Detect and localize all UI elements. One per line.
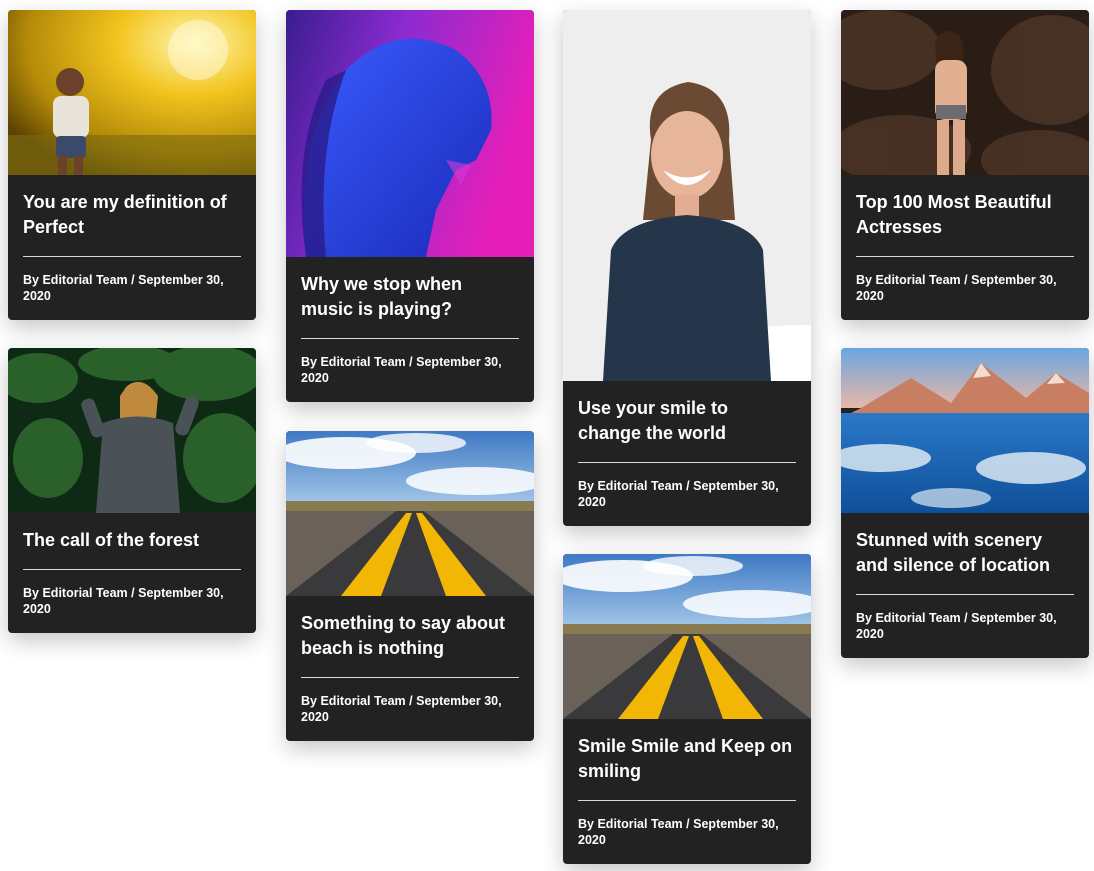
divider (301, 677, 519, 678)
author-prefix: By (301, 694, 317, 708)
post-card[interactable]: Smile Smile and Keep on smiling By Edito… (563, 554, 811, 864)
post-thumbnail-road[interactable] (563, 554, 811, 719)
author-link[interactable]: Editorial Team (597, 479, 682, 493)
author-link[interactable]: Editorial Team (320, 694, 405, 708)
divider (856, 594, 1074, 595)
post-meta: By Editorial Team / September 30, 2020 (301, 693, 519, 741)
post-thumbnail-neon-portrait[interactable] (286, 10, 534, 257)
post-meta: By Editorial Team / September 30, 2020 (856, 272, 1074, 320)
post-masonry-grid: You are my definition of Perfect By Edit… (0, 0, 1094, 871)
author-prefix: By (301, 355, 317, 369)
post-title-link[interactable]: Stunned with scenery and silence of loca… (856, 528, 1074, 578)
post-meta: By Editorial Team / September 30, 2020 (23, 585, 241, 633)
post-title-link[interactable]: Top 100 Most Beautiful Actresses (856, 190, 1074, 240)
divider (578, 462, 796, 463)
author-prefix: By (578, 817, 594, 831)
post-card[interactable]: Use your smile to change the world By Ed… (563, 10, 811, 526)
post-card[interactable]: You are my definition of Perfect By Edit… (8, 10, 256, 320)
smiling-woman-image (563, 10, 811, 381)
post-thumbnail-forest-woman[interactable] (8, 348, 256, 513)
post-meta: By Editorial Team / September 30, 2020 (578, 816, 796, 864)
post-title-link[interactable]: Use your smile to change the world (578, 396, 796, 446)
woman-rocks-image (841, 10, 1089, 175)
author-prefix: By (578, 479, 594, 493)
mountain-lake-image (841, 348, 1089, 513)
author-prefix: By (23, 586, 39, 600)
post-title-link[interactable]: Something to say about beach is nothing (301, 611, 519, 661)
meta-separator: / (964, 273, 968, 287)
meta-separator: / (131, 273, 135, 287)
divider (578, 800, 796, 801)
post-meta: By Editorial Team / September 30, 2020 (23, 272, 241, 320)
post-card[interactable]: Why we stop when music is playing? By Ed… (286, 10, 534, 402)
meta-separator: / (686, 817, 690, 831)
neon-portrait-image (286, 10, 534, 257)
post-title-link[interactable]: The call of the forest (23, 528, 241, 553)
post-title-link[interactable]: Why we stop when music is playing? (301, 272, 519, 322)
post-card[interactable]: Stunned with scenery and silence of loca… (841, 348, 1089, 658)
post-meta: By Editorial Team / September 30, 2020 (301, 354, 519, 402)
post-meta: By Editorial Team / September 30, 2020 (578, 478, 796, 526)
child-sprinkler-image (8, 10, 256, 175)
author-prefix: By (856, 611, 872, 625)
post-card[interactable]: Top 100 Most Beautiful Actresses By Edit… (841, 10, 1089, 320)
post-title-link[interactable]: Smile Smile and Keep on smiling (578, 734, 796, 784)
author-link[interactable]: Editorial Team (42, 586, 127, 600)
forest-woman-image (8, 348, 256, 513)
meta-separator: / (686, 479, 690, 493)
divider (23, 569, 241, 570)
divider (856, 256, 1074, 257)
author-link[interactable]: Editorial Team (597, 817, 682, 831)
road-image (286, 431, 534, 596)
road-image (563, 554, 811, 719)
meta-separator: / (131, 586, 135, 600)
post-title-link[interactable]: You are my definition of Perfect (23, 190, 241, 240)
author-link[interactable]: Editorial Team (320, 355, 405, 369)
author-link[interactable]: Editorial Team (875, 611, 960, 625)
author-link[interactable]: Editorial Team (42, 273, 127, 287)
author-prefix: By (856, 273, 872, 287)
post-thumbnail-smiling-woman[interactable] (563, 10, 811, 381)
post-meta: By Editorial Team / September 30, 2020 (856, 610, 1074, 658)
post-card[interactable]: Something to say about beach is nothing … (286, 431, 534, 741)
meta-separator: / (964, 611, 968, 625)
post-thumbnail-mountain-lake[interactable] (841, 348, 1089, 513)
post-card[interactable]: The call of the forest By Editorial Team… (8, 348, 256, 633)
author-link[interactable]: Editorial Team (875, 273, 960, 287)
post-thumbnail-child-sprinkler[interactable] (8, 10, 256, 175)
meta-separator: / (409, 355, 413, 369)
post-thumbnail-road[interactable] (286, 431, 534, 596)
divider (301, 338, 519, 339)
author-prefix: By (23, 273, 39, 287)
post-thumbnail-woman-rocks[interactable] (841, 10, 1089, 175)
meta-separator: / (409, 694, 413, 708)
divider (23, 256, 241, 257)
